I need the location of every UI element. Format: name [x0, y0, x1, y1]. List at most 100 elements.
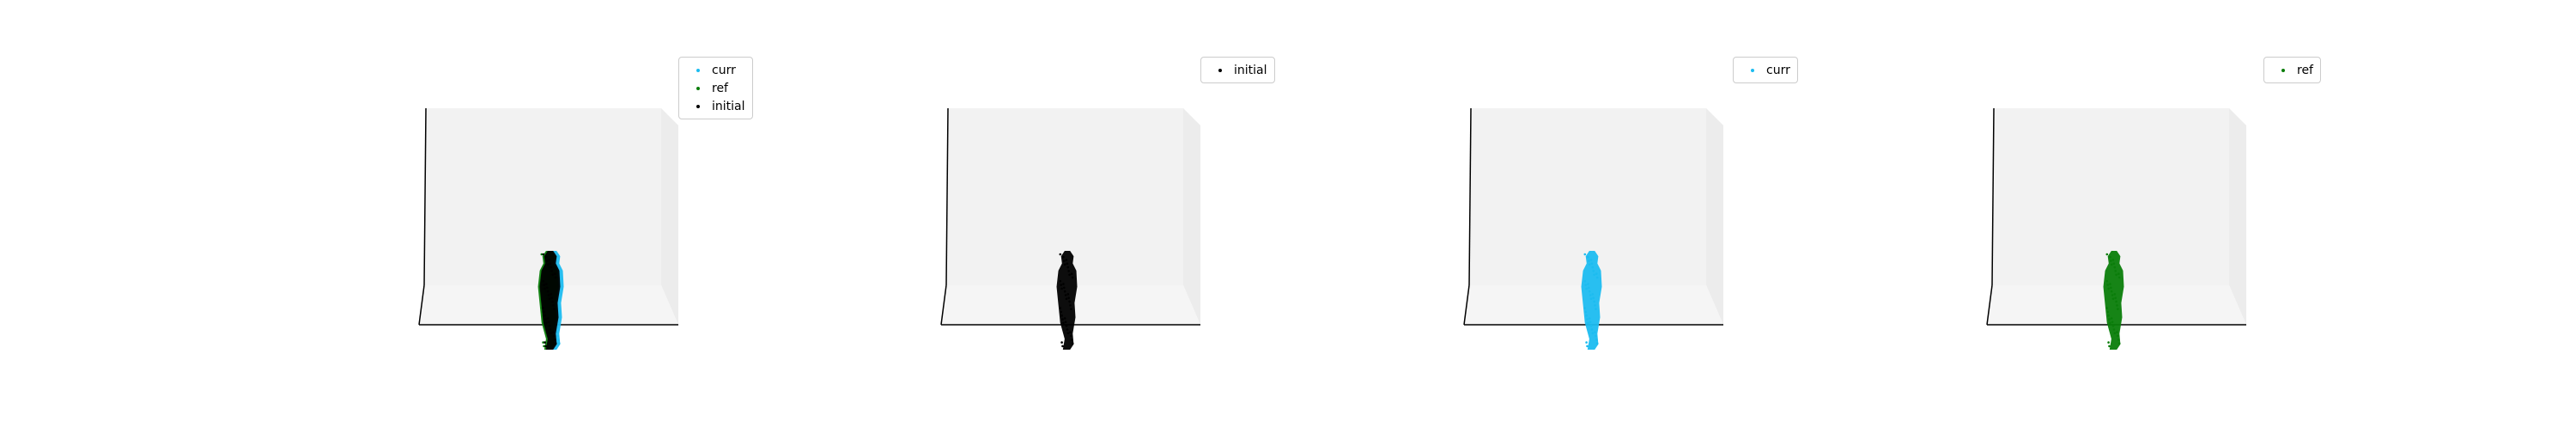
point	[1069, 304, 1072, 307]
point	[1065, 324, 1068, 327]
point	[2117, 272, 2120, 276]
point	[1587, 255, 1589, 259]
point	[2106, 310, 2109, 314]
point	[550, 270, 553, 272]
point	[2107, 287, 2110, 290]
point	[550, 332, 553, 335]
point	[548, 324, 551, 327]
point	[1063, 259, 1066, 262]
point	[1593, 300, 1595, 303]
legend-label: initial	[712, 99, 745, 113]
point	[1591, 265, 1595, 269]
point	[1062, 255, 1065, 259]
point	[1592, 296, 1595, 300]
point	[546, 317, 550, 320]
point	[1063, 317, 1066, 320]
legend-label: initial	[1234, 63, 1267, 77]
legend-entry: ref	[684, 79, 745, 97]
point	[2105, 253, 2109, 256]
point	[554, 272, 556, 276]
point	[1583, 307, 1587, 309]
point	[544, 341, 546, 344]
point	[1063, 286, 1066, 290]
point	[1059, 280, 1062, 283]
legend-label: ref	[2297, 63, 2313, 77]
point	[1071, 276, 1074, 279]
point	[1064, 320, 1067, 324]
plot-3d-3	[1463, 107, 1723, 350]
point	[1069, 331, 1072, 334]
point	[1591, 332, 1595, 335]
point	[1060, 314, 1063, 317]
point	[1588, 290, 1591, 293]
figure-canvas: curr ref initial initial curr ref	[0, 0, 2576, 430]
legend-marker-icon	[696, 104, 700, 108]
point	[2115, 300, 2117, 303]
point	[1071, 342, 1074, 345]
point	[548, 259, 551, 261]
point	[2112, 262, 2116, 265]
point	[2108, 345, 2111, 348]
point	[1060, 341, 1063, 344]
point	[2110, 317, 2113, 320]
point	[1595, 338, 1598, 341]
point	[1587, 321, 1589, 325]
point	[2105, 307, 2109, 309]
point	[1588, 259, 1590, 262]
point	[550, 265, 553, 269]
point	[1059, 307, 1062, 309]
legend-label: ref	[712, 81, 728, 95]
point	[1071, 338, 1073, 341]
point	[549, 262, 552, 265]
point	[1065, 259, 1068, 261]
plot-3d-4	[1986, 107, 2246, 350]
legend-entry: curr	[1739, 61, 1790, 79]
point	[1595, 272, 1598, 276]
point	[544, 314, 546, 317]
point	[554, 276, 557, 279]
point	[545, 321, 548, 325]
point	[1064, 294, 1067, 296]
point	[553, 308, 556, 311]
point	[545, 283, 548, 285]
point	[2117, 338, 2120, 341]
plot-3d-2	[940, 107, 1200, 350]
point	[2113, 293, 2117, 296]
point	[1060, 287, 1063, 290]
point	[1589, 320, 1592, 324]
point	[2107, 341, 2110, 344]
point	[1585, 341, 1588, 344]
point	[1595, 308, 1597, 311]
plot-3d-1	[418, 107, 678, 350]
point	[1591, 293, 1595, 296]
point	[1589, 259, 1593, 261]
point	[2110, 290, 2113, 293]
point	[2111, 259, 2115, 261]
point	[1062, 283, 1065, 285]
point	[547, 294, 550, 296]
point	[1589, 297, 1593, 301]
point	[546, 286, 549, 290]
point	[1065, 297, 1068, 301]
point	[553, 334, 556, 338]
point	[2106, 284, 2109, 286]
point	[1594, 331, 1596, 334]
point	[1588, 286, 1590, 290]
point	[1590, 262, 1594, 265]
point	[2111, 294, 2114, 296]
point	[548, 297, 551, 301]
point	[2117, 334, 2119, 338]
point	[545, 255, 548, 259]
point	[1061, 345, 1064, 348]
point	[2107, 314, 2110, 317]
point	[1595, 342, 1599, 345]
point	[1595, 334, 1597, 338]
point	[2114, 270, 2117, 272]
point	[552, 331, 555, 334]
point	[547, 320, 550, 324]
point	[550, 296, 553, 300]
point	[550, 293, 553, 296]
point	[554, 342, 557, 345]
point	[1590, 328, 1594, 331]
point	[551, 300, 554, 303]
